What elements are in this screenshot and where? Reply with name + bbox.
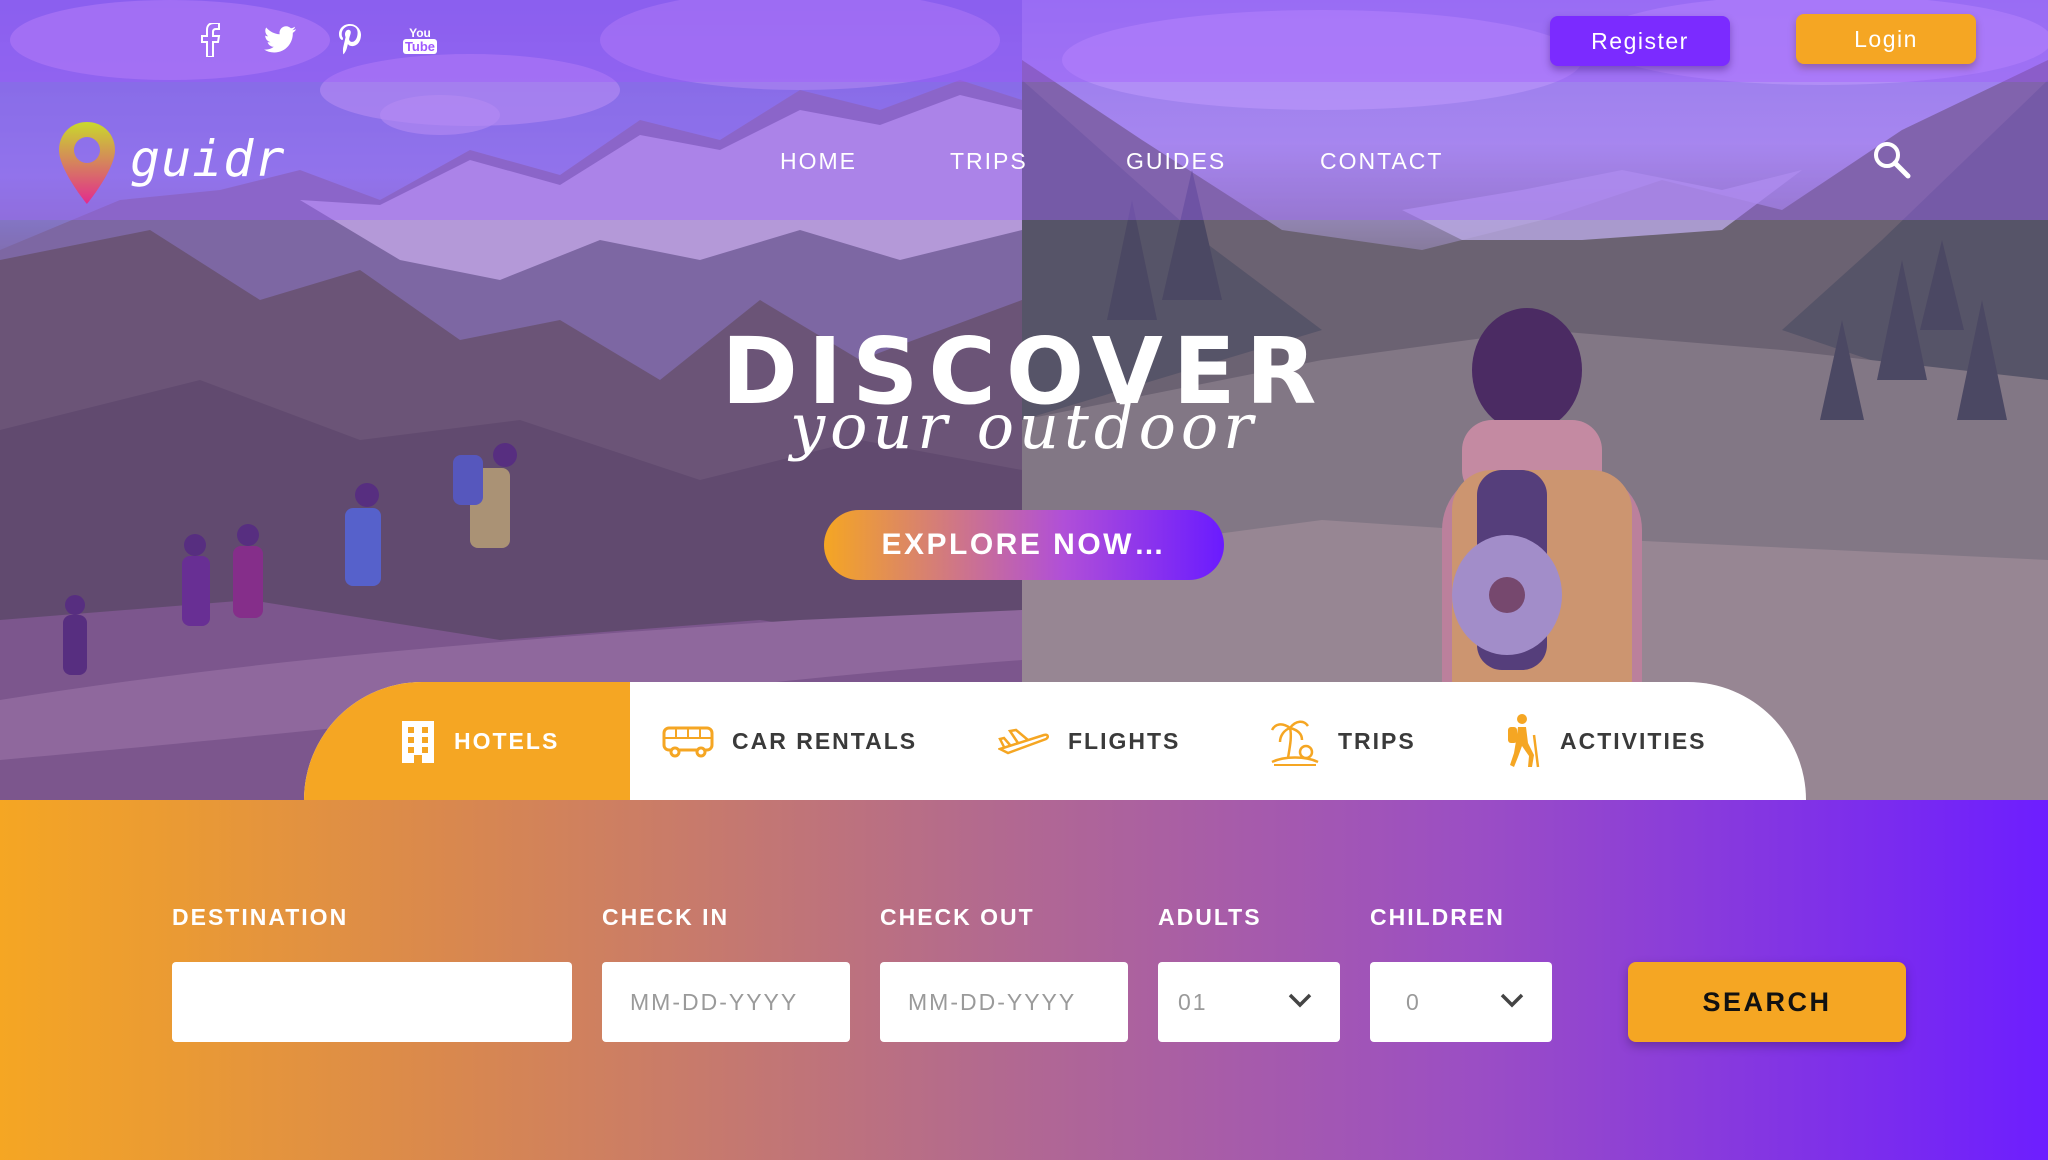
top-bar: You Tube Register Login [0, 0, 2048, 82]
children-select[interactable]: 0 [1370, 962, 1552, 1042]
brand-name[interactable]: guidr [130, 130, 286, 188]
tab-label: FLIGHTS [1068, 727, 1181, 754]
airplane-icon [998, 728, 1049, 755]
register-button[interactable]: Register [1550, 16, 1730, 66]
nav-contact[interactable]: CONTACT [1320, 148, 1443, 175]
hiker-icon [1508, 714, 1540, 768]
check-out-input[interactable]: MM-DD-YYYY [880, 962, 1128, 1042]
login-button[interactable]: Login [1796, 14, 1976, 64]
nav-home[interactable]: HOME [780, 148, 857, 175]
tab-label: HOTELS [454, 727, 560, 754]
check-out-label: CHECK OUT [880, 904, 1035, 930]
adults-value: 01 [1178, 988, 1208, 1015]
check-in-label: CHECK IN [602, 904, 730, 930]
chevron-down-icon [1500, 993, 1524, 1008]
bus-icon [662, 726, 714, 758]
tab-flights[interactable]: FLIGHTS [998, 682, 1218, 800]
palm-tree-icon [1270, 720, 1319, 766]
destination-label: DESTINATION [172, 904, 349, 930]
search-icon[interactable] [1872, 140, 1912, 180]
search-panel: DESTINATION CHECK IN MM-DD-YYYY CHECK OU… [0, 800, 2048, 1160]
youtube-text-top: You [409, 25, 431, 40]
twitter-icon[interactable] [262, 22, 298, 58]
nav-trips[interactable]: TRIPS [950, 148, 1028, 175]
youtube-text-bottom: Tube [402, 38, 438, 54]
tab-trips[interactable]: TRIPS [1270, 682, 1440, 800]
tab-label: TRIPS [1338, 727, 1416, 754]
hero-subtitle: your outdoor [790, 390, 1258, 463]
destination-input[interactable] [172, 962, 572, 1042]
building-icon [402, 721, 434, 763]
search-button[interactable]: SEARCH [1628, 962, 1906, 1042]
tab-label: CAR RENTALS [732, 727, 918, 754]
children-label: CHILDREN [1370, 904, 1505, 930]
pinterest-icon[interactable] [332, 22, 368, 58]
logo[interactable] [56, 120, 118, 206]
tab-label: ACTIVITIES [1560, 727, 1707, 754]
tab-activities[interactable]: ACTIVITIES [1504, 682, 1744, 800]
adults-select[interactable]: 01 [1158, 962, 1340, 1042]
tab-car-rentals[interactable]: CAR RENTALS [662, 682, 962, 800]
adults-label: ADULTS [1158, 904, 1262, 930]
check-in-input[interactable]: MM-DD-YYYY [602, 962, 850, 1042]
explore-now-button[interactable]: EXPLORE NOW… [824, 510, 1224, 580]
chevron-down-icon [1288, 993, 1312, 1008]
youtube-icon[interactable]: You Tube [402, 22, 438, 58]
facebook-icon[interactable] [192, 22, 228, 58]
children-value: 0 [1406, 988, 1421, 1015]
category-tabs: HOTELS CAR RENTALS FLIGHTS TRIPS ACTIVIT… [304, 682, 1806, 800]
map-pin-icon [59, 122, 115, 204]
main-nav: guidr HOME TRIPS GUIDES CONTACT [0, 82, 2048, 220]
tab-hotels[interactable]: HOTELS [304, 682, 630, 800]
nav-guides[interactable]: GUIDES [1126, 148, 1226, 175]
